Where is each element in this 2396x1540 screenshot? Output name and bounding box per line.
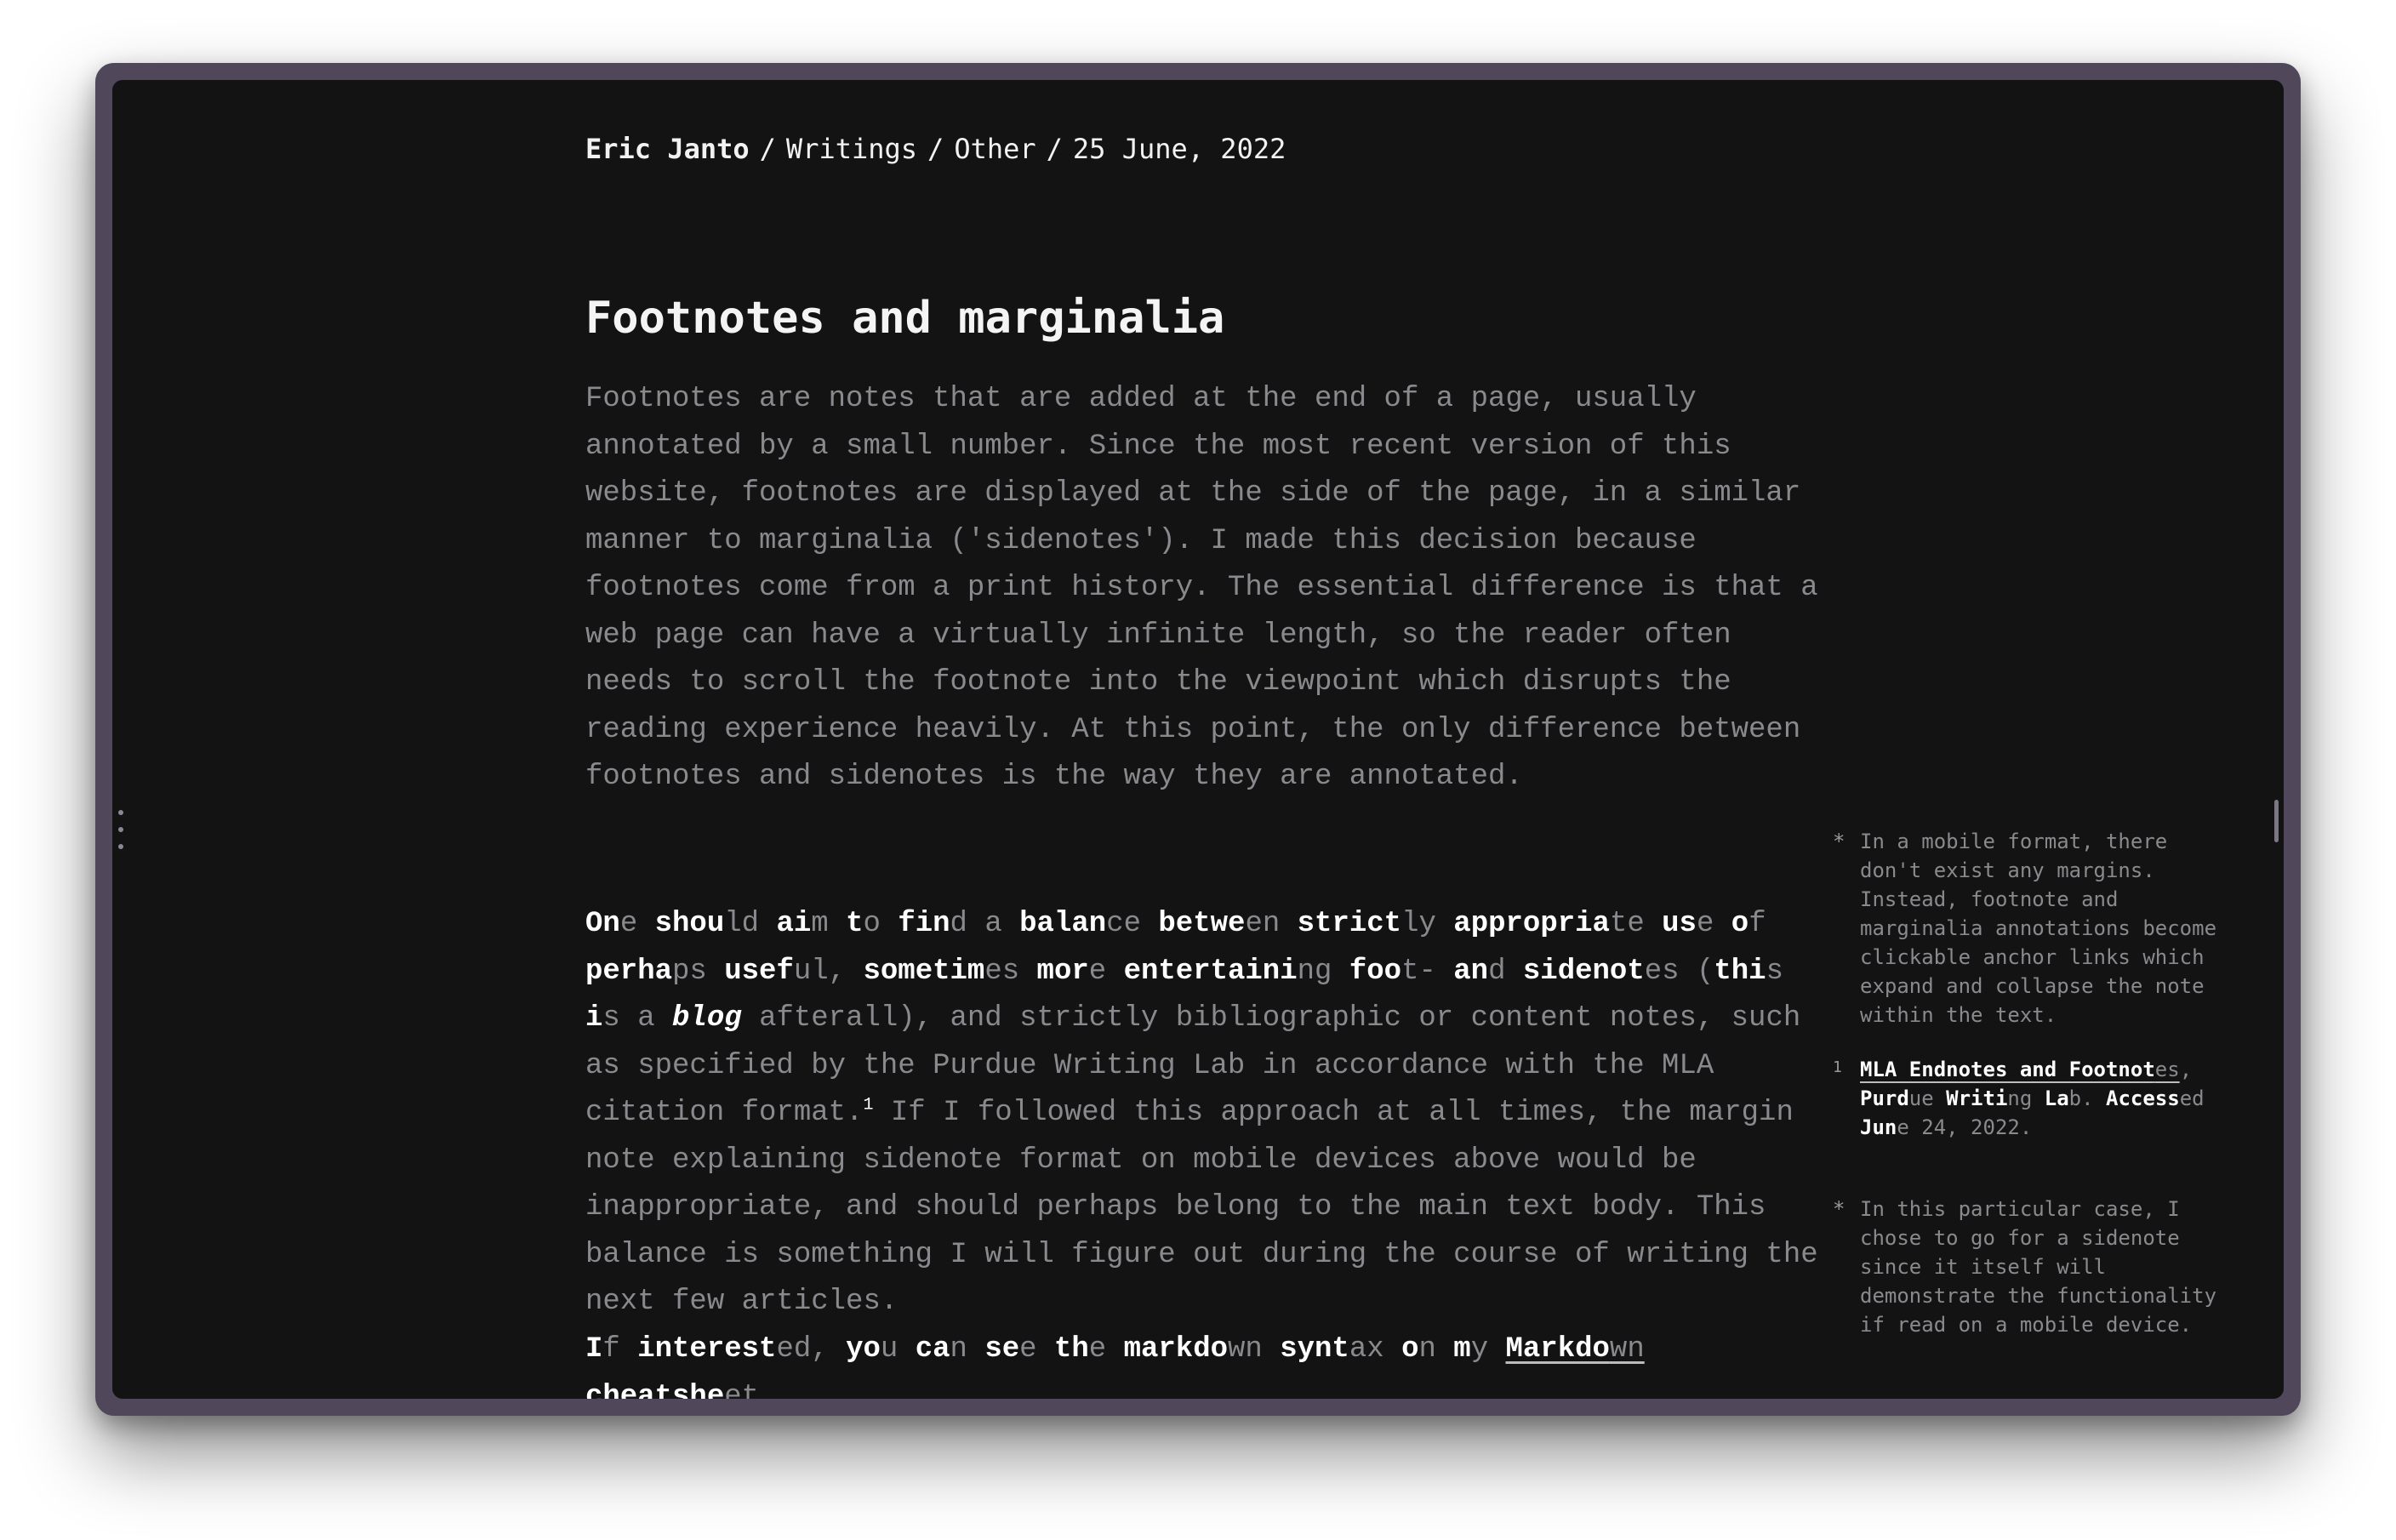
breadcrumb: Eric Janto / Writings / Other / 25 June, 2022 [585, 133, 1286, 165]
resize-handle-right[interactable] [2274, 800, 2279, 842]
sidenote-particular-case: * In this particular case, I chose to go… [1833, 1195, 2233, 1339]
breadcrumb-writings-link[interactable]: Writings [786, 133, 917, 165]
sidenote-text: In a mobile format, there don't exist an… [1860, 830, 2217, 1027]
breadcrumb-separator: / [759, 133, 776, 165]
breadcrumb-author-link[interactable]: Eric Janto [585, 133, 750, 165]
breadcrumb-separator: / [1046, 133, 1063, 165]
paragraph-balance: One should aim to find a balance between… [585, 908, 1818, 1318]
breadcrumb-date: 25 June, 2022 [1072, 133, 1286, 165]
grip-dot [118, 810, 123, 815]
sidenote-asterisk: * [1833, 830, 1845, 853]
sidenote-text: In this particular case, I chose to go f… [1860, 1197, 2217, 1337]
sidenote-asterisk: * [1833, 1197, 1845, 1221]
mla-endnotes-link[interactable]: MLA Endnotes and Footnotes [1860, 1058, 2180, 1081]
page-viewport: Eric Janto / Writings / Other/25 June, 2022 … [112, 80, 2284, 1399]
breadcrumb-other-link[interactable]: Other [954, 133, 1035, 165]
paragraph-balance-end: If I followed this approach at all times… [585, 1097, 1818, 1318]
footnote-ref-1[interactable]: 1 [863, 1096, 873, 1115]
footnote-1: 1 MLA Endnotes and Footnotes, Purdue Wri… [1833, 1055, 2233, 1142]
paragraph-cheatsheet: If interested, you can see the markdown … [585, 1326, 1819, 1399]
sidenote-mobile-format: * In a mobile format, there don't exist … [1833, 827, 2233, 1030]
paragraph-intro: Footnotes are notes that are added at th… [585, 383, 1818, 793]
footnote-number: 1 [1833, 1058, 1842, 1076]
resize-handle-left[interactable] [117, 810, 124, 849]
grip-dot [118, 827, 123, 832]
article-title: Footnotes and marginalia [585, 293, 1225, 344]
breadcrumb-separator: / [927, 133, 944, 165]
grip-dot [118, 844, 123, 849]
window-frame: Eric Janto / Writings / Other/25 June, 2022 … [95, 63, 2301, 1416]
